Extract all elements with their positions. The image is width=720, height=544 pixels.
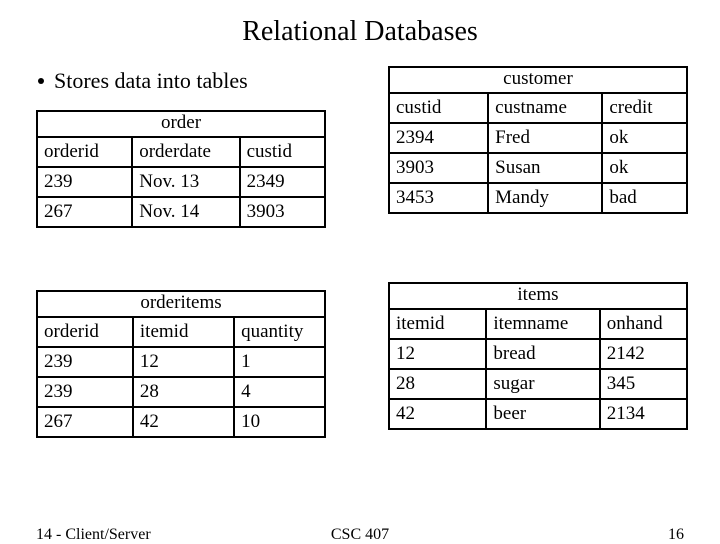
cell: Nov. 13 (132, 167, 239, 197)
table-row: 12 bread 2142 (389, 339, 687, 369)
table-customer: customer custid custname credit 2394 Fre… (388, 66, 688, 214)
cell: 10 (234, 407, 325, 437)
bullet-dot-icon (38, 78, 44, 84)
cell: 12 (133, 347, 234, 377)
table-order: order orderid orderdate custid 239 Nov. … (36, 110, 326, 228)
page-title: Relational Databases (0, 16, 720, 48)
cell: 2394 (389, 123, 488, 153)
col-header: onhand (600, 309, 687, 339)
cell: 2349 (240, 167, 325, 197)
table-customer-caption: customer (388, 66, 688, 92)
bullet-line: Stores data into tables (38, 68, 248, 94)
bullet-text: Stores data into tables (54, 68, 248, 93)
table-row: itemid itemname onhand (389, 309, 687, 339)
table-row: custid custname credit (389, 93, 687, 123)
cell: 2134 (600, 399, 687, 429)
cell: bad (602, 183, 687, 213)
table-row: 3453 Mandy bad (389, 183, 687, 213)
cell: 239 (37, 377, 133, 407)
col-header: orderdate (132, 137, 239, 167)
cell: 12 (389, 339, 486, 369)
table-row: 42 beer 2134 (389, 399, 687, 429)
col-header: custname (488, 93, 602, 123)
table-row: 28 sugar 345 (389, 369, 687, 399)
footer-center: CSC 407 (0, 526, 720, 544)
cell: Mandy (488, 183, 602, 213)
table-row: orderid itemid quantity (37, 317, 325, 347)
col-header: itemid (133, 317, 234, 347)
col-header: quantity (234, 317, 325, 347)
col-header: custid (240, 137, 325, 167)
table-row: 3903 Susan ok (389, 153, 687, 183)
cell: 239 (37, 347, 133, 377)
col-header: orderid (37, 317, 133, 347)
table-orderitems: orderitems orderid itemid quantity 239 1… (36, 290, 326, 438)
col-header: custid (389, 93, 488, 123)
cell: 239 (37, 167, 132, 197)
cell: 1 (234, 347, 325, 377)
col-header: itemname (486, 309, 599, 339)
table-row: orderid orderdate custid (37, 137, 325, 167)
cell: 345 (600, 369, 687, 399)
cell: Nov. 14 (132, 197, 239, 227)
slide: Relational Databases Stores data into ta… (0, 0, 720, 540)
cell: Susan (488, 153, 602, 183)
cell: sugar (486, 369, 599, 399)
cell: 28 (133, 377, 234, 407)
cell: 4 (234, 377, 325, 407)
cell: 267 (37, 197, 132, 227)
col-header: credit (602, 93, 687, 123)
cell: beer (486, 399, 599, 429)
cell: 3453 (389, 183, 488, 213)
table-row: 267 Nov. 14 3903 (37, 197, 325, 227)
cell: 28 (389, 369, 486, 399)
cell: 2142 (600, 339, 687, 369)
cell: 267 (37, 407, 133, 437)
col-header: itemid (389, 309, 486, 339)
cell: 42 (133, 407, 234, 437)
table-row: 239 28 4 (37, 377, 325, 407)
cell: 3903 (389, 153, 488, 183)
table-orderitems-caption: orderitems (36, 290, 326, 316)
cell: ok (602, 153, 687, 183)
cell: ok (602, 123, 687, 153)
table-items: items itemid itemname onhand 12 bread 21… (388, 282, 688, 430)
cell: Fred (488, 123, 602, 153)
col-header: orderid (37, 137, 132, 167)
table-row: 239 12 1 (37, 347, 325, 377)
table-items-caption: items (388, 282, 688, 308)
footer-right: 16 (668, 526, 684, 544)
table-row: 2394 Fred ok (389, 123, 687, 153)
table-row: 239 Nov. 13 2349 (37, 167, 325, 197)
table-order-caption: order (36, 110, 326, 136)
cell: 3903 (240, 197, 325, 227)
cell: 42 (389, 399, 486, 429)
cell: bread (486, 339, 599, 369)
table-row: 267 42 10 (37, 407, 325, 437)
